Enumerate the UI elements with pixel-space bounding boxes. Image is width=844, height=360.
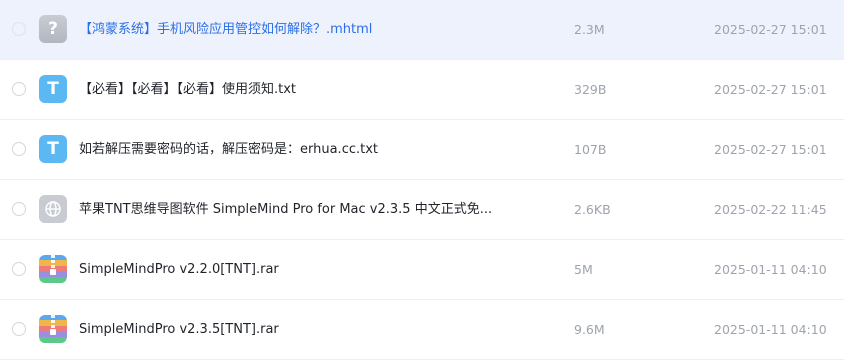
file-row[interactable]: SimpleMindPro v2.3.5[TNT].rar 9.6M 2025-… (0, 300, 844, 360)
file-date: 2025-02-27 15:01 (714, 142, 827, 157)
file-name[interactable]: 如若解压需要密码的话，解压密码是：erhua.cc.txt (79, 140, 549, 160)
file-size: 9.6M (574, 322, 605, 337)
archive-file-icon (39, 255, 67, 283)
row-checkbox[interactable] (12, 82, 26, 96)
text-file-icon: T (39, 75, 67, 103)
file-date: 2025-01-11 04:10 (714, 322, 827, 337)
file-name[interactable]: 苹果TNT思维导图软件 SimpleMind Pro for Mac v2.3.… (79, 200, 549, 220)
file-name[interactable]: SimpleMindPro v2.2.0[TNT].rar (79, 260, 549, 280)
file-size: 107B (574, 142, 607, 157)
row-checkbox[interactable] (12, 202, 26, 216)
unknown-file-glyph: ? (48, 19, 58, 39)
row-checkbox[interactable] (12, 142, 26, 156)
file-size: 2.3M (574, 22, 605, 37)
file-date: 2025-02-22 11:45 (714, 202, 827, 217)
archive-icon-graphic (39, 255, 67, 283)
web-link-icon (39, 195, 67, 223)
text-file-glyph: T (47, 139, 59, 159)
file-list: ? 【鸿蒙系统】手机风险应用管控如何解除？.mhtml 2.3M 2025-02… (0, 0, 844, 360)
text-file-icon: T (39, 135, 67, 163)
file-size: 329B (574, 82, 607, 97)
file-row[interactable]: ? 【鸿蒙系统】手机风险应用管控如何解除？.mhtml 2.3M 2025-02… (0, 0, 844, 60)
file-row[interactable]: SimpleMindPro v2.2.0[TNT].rar 5M 2025-01… (0, 240, 844, 300)
file-size: 5M (574, 262, 593, 277)
row-checkbox[interactable] (12, 22, 26, 36)
archive-icon-graphic (39, 315, 67, 343)
row-checkbox[interactable] (12, 322, 26, 336)
file-size: 2.6KB (574, 202, 611, 217)
unknown-file-icon: ? (39, 15, 67, 43)
file-row[interactable]: T 【必看】【必看】【必看】使用须知.txt 329B 2025-02-27 1… (0, 60, 844, 120)
file-name[interactable]: 【鸿蒙系统】手机风险应用管控如何解除？.mhtml (79, 20, 549, 40)
row-checkbox[interactable] (12, 262, 26, 276)
file-date: 2025-01-11 04:10 (714, 262, 827, 277)
text-file-glyph: T (47, 79, 59, 99)
globe-icon (45, 201, 61, 217)
archive-file-icon (39, 315, 67, 343)
file-name[interactable]: 【必看】【必看】【必看】使用须知.txt (79, 80, 549, 100)
file-date: 2025-02-27 15:01 (714, 22, 827, 37)
file-name[interactable]: SimpleMindPro v2.3.5[TNT].rar (79, 320, 549, 340)
file-row[interactable]: 苹果TNT思维导图软件 SimpleMind Pro for Mac v2.3.… (0, 180, 844, 240)
file-date: 2025-02-27 15:01 (714, 82, 827, 97)
file-row[interactable]: T 如若解压需要密码的话，解压密码是：erhua.cc.txt 107B 202… (0, 120, 844, 180)
